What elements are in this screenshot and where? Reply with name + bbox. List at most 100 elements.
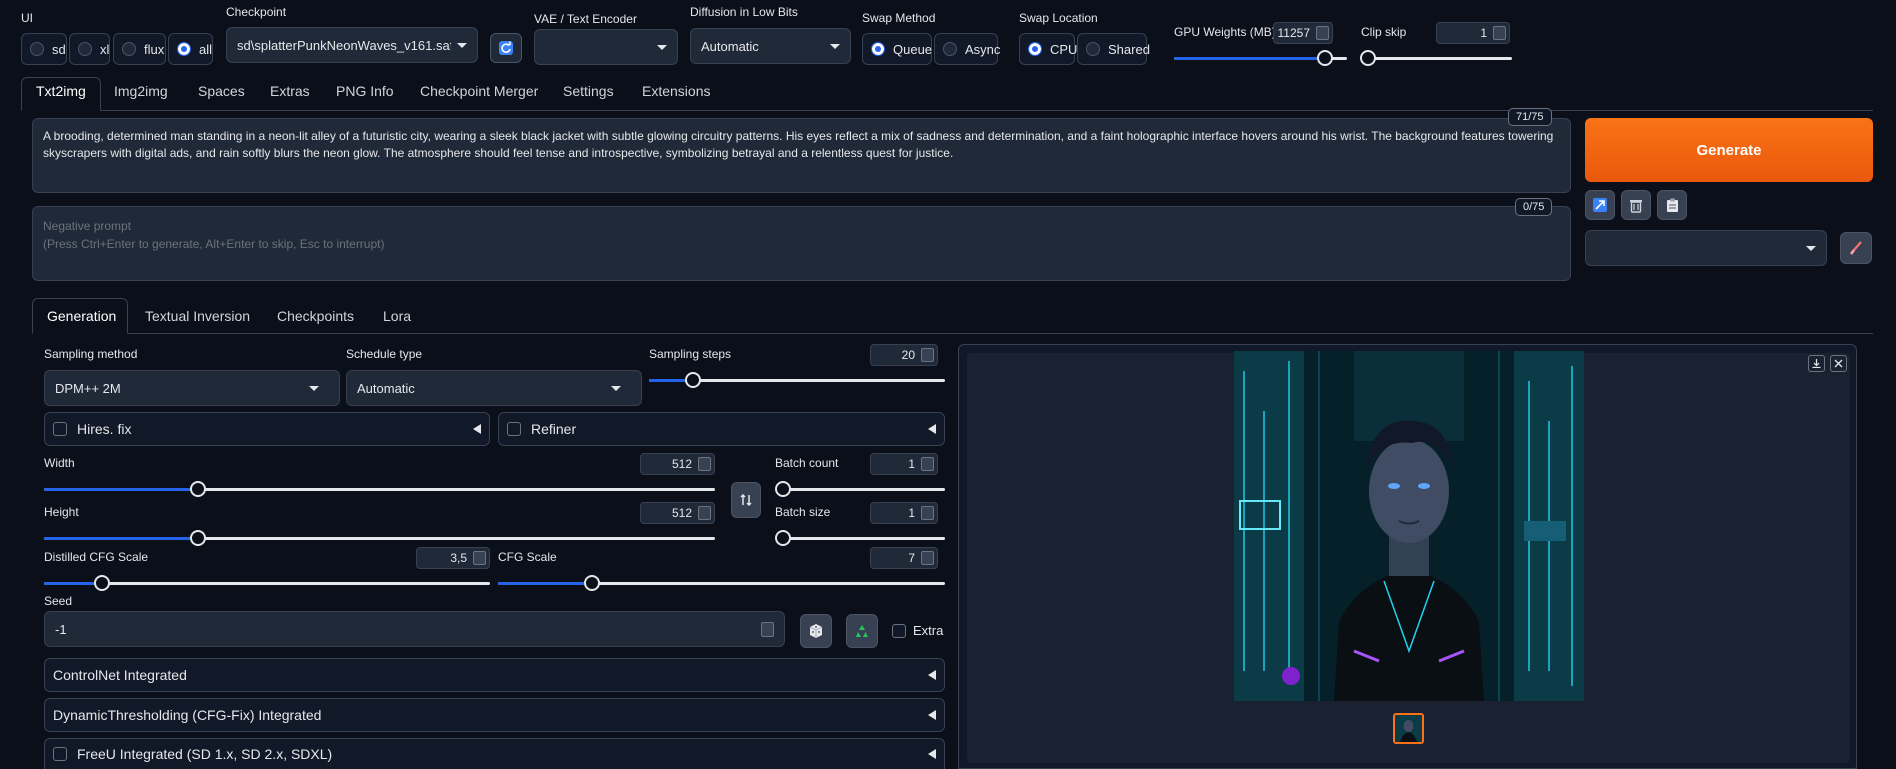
height-input[interactable]: 512 — [640, 502, 715, 524]
clipboard-button[interactable] — [1657, 190, 1687, 220]
lowbits-select[interactable]: Automatic — [690, 28, 851, 64]
seed-input[interactable]: -1 — [44, 611, 785, 647]
swap-arrows-icon — [740, 493, 752, 507]
negative-prompt-textarea[interactable]: Negative prompt (Press Ctrl+Enter to gen… — [32, 206, 1571, 281]
slider-handle[interactable] — [190, 481, 207, 497]
stepper-icon[interactable] — [698, 506, 711, 520]
height-slider[interactable] — [44, 530, 715, 546]
sampling-steps-input[interactable]: 20 — [870, 344, 938, 366]
styles-select[interactable] — [1585, 230, 1827, 266]
radio-icon — [78, 42, 92, 56]
swap-dimensions-button[interactable] — [731, 482, 761, 518]
gpu-weights-input[interactable]: 11257 — [1273, 22, 1333, 44]
refresh-button[interactable] — [490, 33, 522, 63]
distilled-cfg-input[interactable]: 3,5 — [416, 547, 490, 569]
prompt-token-counter: 71/75 — [1508, 108, 1552, 126]
stepper-icon[interactable] — [921, 551, 934, 565]
ui-option-sd[interactable]: sd — [21, 33, 67, 65]
vae-select[interactable] — [534, 29, 678, 65]
tab-extensions[interactable]: Extensions — [642, 83, 710, 99]
random-seed-button[interactable] — [800, 614, 832, 648]
slider-handle[interactable] — [1316, 50, 1333, 66]
clip-skip-input[interactable]: 1 — [1436, 22, 1510, 44]
close-preview-button[interactable] — [1830, 355, 1847, 372]
tab-checkpoints[interactable]: Checkpoints — [277, 308, 354, 324]
tab-settings[interactable]: Settings — [563, 83, 614, 99]
schedule-type-label: Schedule type — [346, 347, 423, 361]
slider-handle[interactable] — [685, 372, 702, 388]
stepper-icon[interactable] — [761, 622, 774, 637]
stepper-icon[interactable] — [921, 457, 934, 471]
gpu-weights-slider[interactable] — [1174, 50, 1347, 66]
swap-method-queue[interactable]: Queue — [862, 33, 932, 65]
batch-size-input[interactable]: 1 — [870, 502, 938, 524]
batch-count-slider[interactable] — [775, 481, 945, 497]
slider-handle[interactable] — [1360, 50, 1376, 66]
freeu-accordion[interactable]: FreeU Integrated (SD 1.x, SD 2.x, SDXL) — [44, 738, 945, 769]
cfg-scale-slider[interactable] — [498, 575, 945, 591]
schedule-type-select[interactable]: Automatic — [346, 370, 642, 406]
sampling-steps-slider[interactable] — [649, 372, 945, 388]
edit-styles-button[interactable] — [1840, 232, 1872, 264]
tab-img2img[interactable]: Img2img — [114, 83, 168, 99]
stepper-icon[interactable] — [698, 457, 711, 471]
ui-option-all[interactable]: all — [168, 33, 213, 65]
dynamic-thresholding-accordion[interactable]: DynamicThresholding (CFG-Fix) Integrated — [44, 698, 945, 732]
extra-seed-checkbox[interactable] — [892, 624, 906, 638]
tab-extras[interactable]: Extras — [270, 83, 310, 99]
tab-checkpoint-merger[interactable]: Checkpoint Merger — [420, 83, 538, 99]
slider-handle[interactable] — [93, 575, 110, 591]
trash-button[interactable] — [1621, 190, 1651, 220]
hires-fix-accordion[interactable]: Hires. fix — [44, 412, 490, 446]
swap-location-shared[interactable]: Shared — [1077, 33, 1150, 65]
stepper-icon[interactable] — [921, 348, 934, 362]
vae-label: VAE / Text Encoder — [534, 12, 637, 26]
refiner-checkbox[interactable] — [507, 422, 521, 436]
freeu-checkbox[interactable] — [53, 747, 67, 761]
stepper-icon[interactable] — [1493, 26, 1506, 40]
width-input[interactable]: 512 — [640, 453, 715, 475]
tab-textual-inversion[interactable]: Textual Inversion — [145, 308, 250, 324]
clip-skip-slider[interactable] — [1360, 50, 1512, 66]
slider-handle[interactable] — [583, 575, 600, 591]
cfg-scale-input[interactable]: 7 — [870, 547, 938, 569]
width-label: Width — [44, 456, 75, 470]
refiner-accordion[interactable]: Refiner — [498, 412, 945, 446]
stepper-icon[interactable] — [1316, 26, 1329, 40]
brush-icon — [1849, 241, 1862, 255]
width-slider[interactable] — [44, 481, 715, 497]
generated-image[interactable] — [1234, 351, 1584, 701]
refresh-icon — [499, 41, 513, 55]
swap-method-async[interactable]: Async — [934, 33, 1000, 65]
batch-count-input[interactable]: 1 — [870, 453, 938, 475]
ui-option-xl[interactable]: xl — [69, 33, 110, 65]
tab-generation[interactable]: Generation — [47, 308, 116, 324]
read-params-button[interactable] — [1585, 190, 1615, 220]
stepper-icon[interactable] — [921, 506, 934, 520]
tab-spaces[interactable]: Spaces — [198, 83, 245, 99]
swap-location-cpu[interactable]: CPU — [1019, 33, 1077, 65]
controlnet-accordion[interactable]: ControlNet Integrated — [44, 658, 945, 692]
batch-size-slider[interactable] — [775, 530, 945, 546]
stepper-icon[interactable] — [473, 551, 486, 565]
tab-png-info[interactable]: PNG Info — [336, 83, 394, 99]
tab-txt2img[interactable]: Txt2img — [36, 83, 86, 99]
sampling-method-select[interactable]: DPM++ 2M — [44, 370, 340, 406]
checkpoint-select[interactable]: sd\splatterPunkNeonWaves_v161.safetensor… — [226, 27, 478, 63]
gallery-thumbnail[interactable] — [1393, 713, 1424, 744]
tab-lora[interactable]: Lora — [383, 308, 411, 324]
hires-fix-checkbox[interactable] — [53, 422, 67, 436]
reuse-seed-button[interactable] — [846, 614, 878, 648]
slider-handle[interactable] — [775, 481, 791, 497]
radio-icon — [122, 42, 136, 56]
prompt-textarea[interactable]: A brooding, determined man standing in a… — [32, 118, 1571, 193]
ui-option-flux[interactable]: flux — [113, 33, 166, 65]
thumbnail-image — [1395, 715, 1422, 742]
distilled-cfg-slider[interactable] — [44, 575, 490, 591]
distilled-cfg-label: Distilled CFG Scale — [44, 550, 149, 564]
arrow-icon — [1593, 198, 1607, 212]
slider-handle[interactable] — [775, 530, 791, 546]
generate-button[interactable]: Generate — [1585, 118, 1873, 182]
slider-handle[interactable] — [190, 530, 207, 546]
download-button[interactable] — [1808, 355, 1825, 372]
